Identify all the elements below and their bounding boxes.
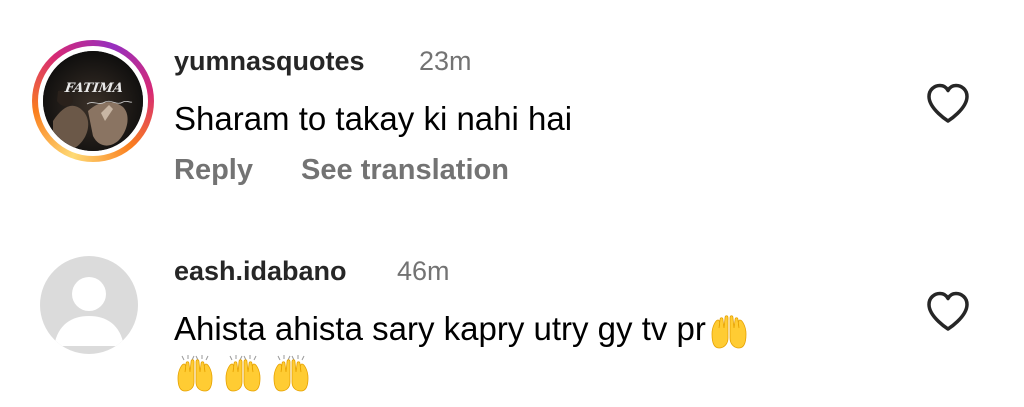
comment-text: Ahista ahista sary kapry utry gy tv pr bbox=[174, 310, 756, 350]
avatar-story-ring[interactable]: FATIMA bbox=[32, 40, 154, 162]
reply-button[interactable]: Reply bbox=[174, 154, 253, 187]
avatar-logo-text: FATIMA bbox=[63, 81, 125, 96]
raising-hands-emoji bbox=[225, 355, 261, 392]
heart-outline-icon[interactable] bbox=[924, 80, 972, 128]
comment-text-content: Ahista ahista sary kapry utry gy tv pr bbox=[174, 310, 706, 347]
raising-hands-emoji bbox=[711, 315, 747, 349]
raising-hands-emoji bbox=[273, 355, 309, 392]
comment-text: Sharam to takay ki nahi hai bbox=[174, 100, 573, 137]
avatar: FATIMA bbox=[43, 51, 143, 151]
default-avatar-icon bbox=[54, 277, 124, 346]
comment-username[interactable]: eash.idabano bbox=[174, 256, 347, 287]
avatar[interactable] bbox=[40, 256, 138, 354]
comment-username[interactable]: yumnasquotes bbox=[174, 46, 365, 77]
raising-hands-emoji bbox=[177, 355, 213, 392]
comment-timestamp: 23m bbox=[419, 46, 472, 76]
heart-outline-icon[interactable] bbox=[924, 288, 972, 336]
comment-actions: Reply See translation bbox=[174, 154, 549, 187]
comment-timestamp: 46m bbox=[397, 256, 450, 286]
emoji-line bbox=[174, 354, 318, 392]
avatar-signature bbox=[86, 100, 133, 105]
comment-item: FATIMA yumnasquotes 23m Sharam to takay … bbox=[0, 0, 1024, 210]
see-translation-button[interactable]: See translation bbox=[301, 154, 509, 187]
comment-item: eash.idabano 46m Ahista ahista sary kapr… bbox=[0, 240, 1024, 407]
